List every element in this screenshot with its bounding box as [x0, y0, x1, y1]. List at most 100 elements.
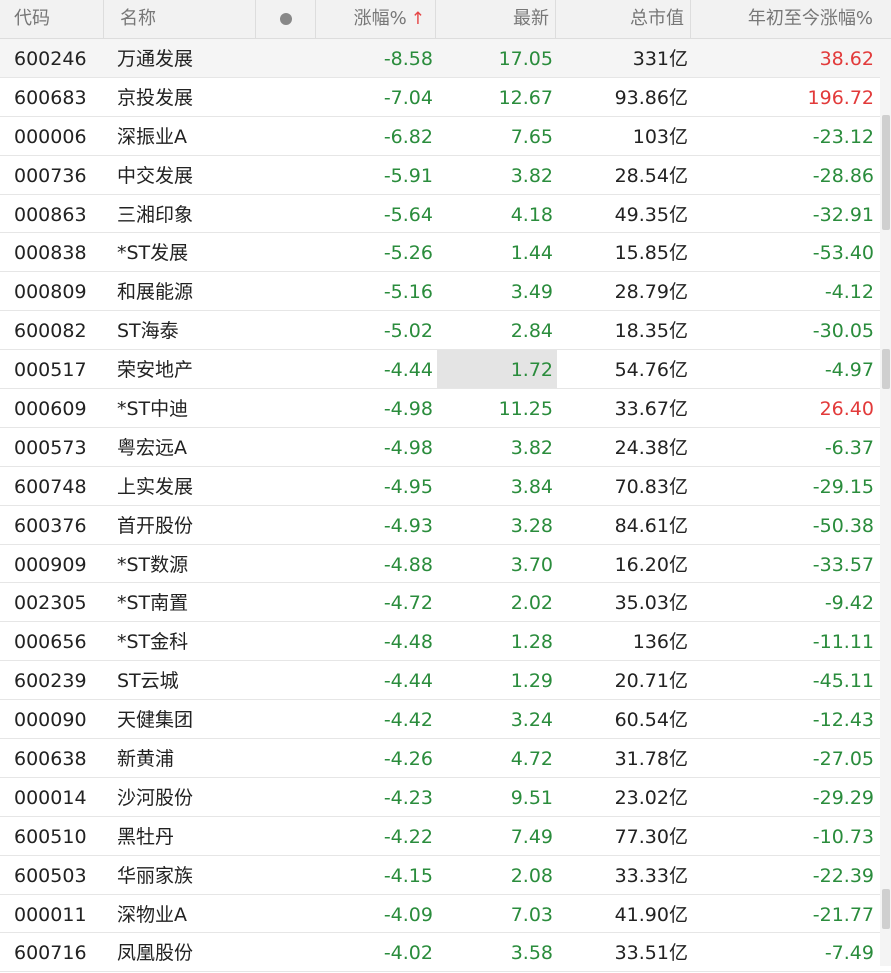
column-header-code[interactable]: 代码 [0, 0, 104, 38]
change-pct: -4.98 [383, 398, 433, 421]
change-pct: -4.72 [383, 592, 433, 615]
table-row[interactable]: 000090 天健集团 -4.42 3.24 60.54亿 -12.43 [0, 700, 891, 740]
vertical-scrollbar[interactable] [880, 39, 891, 966]
ytd-pct: -23.12 [812, 125, 874, 148]
ytd-pct: -28.86 [812, 164, 874, 187]
table-row[interactable]: 600510 黑牡丹 -4.22 7.49 77.30亿 -10.73 [0, 817, 891, 856]
latest-price: 3.24 [510, 709, 553, 732]
stock-name: 深振业A [117, 125, 187, 148]
stock-name: 深物业A [117, 903, 187, 926]
table-row[interactable]: 000838 *ST发展 -5.26 1.44 15.85亿 -53.40 [0, 233, 891, 273]
table-row[interactable]: 000573 粤宏远A -4.98 3.82 24.38亿 -6.37 [0, 428, 891, 467]
stock-name: *ST发展 [117, 242, 189, 265]
table-body: 600246 万通发展 -8.58 17.05 331亿 38.62 600683 京投发展 -… [0, 39, 891, 973]
table-row[interactable]: 000609 *ST中迪 -4.98 11.25 33.67亿 26.40 [0, 389, 891, 428]
table-row[interactable]: 000909 *ST数源 -4.88 3.70 16.20亿 -33.57 [0, 545, 891, 584]
column-header-market-cap-label: 总市值 [630, 8, 684, 29]
latest-price: 11.25 [498, 398, 553, 421]
stock-name: 万通发展 [117, 48, 194, 70]
scrollbar-thumb[interactable] [882, 115, 890, 230]
market-cap: 28.79亿 [614, 281, 688, 304]
stock-name: *ST中迪 [117, 398, 189, 421]
latest-price: 3.82 [510, 164, 553, 187]
column-header-change-pct-label: 涨幅% [353, 8, 407, 29]
latest-price: 3.70 [510, 553, 553, 576]
stock-name: 京投发展 [117, 86, 194, 109]
stock-code: 600638 [14, 748, 87, 771]
table-row[interactable]: 600748 上实发展 -4.95 3.84 70.83亿 -29.15 [0, 467, 891, 506]
ytd-pct: 38.62 [819, 48, 874, 70]
table-row[interactable]: 002305 *ST南置 -4.72 2.02 35.03亿 -9.42 [0, 583, 891, 623]
stock-name: 首开股份 [117, 514, 194, 537]
latest-price: 1.72 [510, 359, 553, 382]
table-row[interactable]: 600638 新黄浦 -4.26 4.72 31.78亿 -27.05 [0, 739, 891, 778]
market-cap: 33.33亿 [614, 864, 688, 887]
market-cap: 103亿 [632, 125, 688, 148]
latest-price: 3.28 [510, 514, 553, 537]
stock-name: *ST金科 [117, 631, 189, 654]
table-row[interactable]: 600716 凤凰股份 -4.02 3.58 33.51亿 -7.49 [0, 933, 891, 973]
table-row[interactable]: 600503 华丽家族 -4.15 2.08 33.33亿 -22.39 [0, 856, 891, 895]
ytd-pct: -30.05 [812, 320, 874, 343]
column-header-name-label: 名称 [120, 8, 156, 29]
table-row[interactable]: 600246 万通发展 -8.58 17.05 331亿 38.62 [0, 39, 891, 78]
change-pct: -8.58 [383, 48, 433, 70]
stock-name: 和展能源 [117, 281, 194, 304]
change-pct: -5.64 [383, 203, 433, 226]
column-header-name[interactable]: 名称 [104, 0, 256, 38]
stock-code: 600683 [14, 86, 87, 109]
dot-icon [279, 13, 292, 25]
stock-code: 000006 [14, 125, 87, 148]
ytd-pct: -29.15 [812, 475, 874, 498]
change-pct: -5.91 [383, 164, 433, 187]
scrollbar-thumb[interactable] [882, 889, 890, 929]
stock-name: ST云城 [117, 670, 179, 693]
table-header: 代码 名称 涨幅% ↑ 最新 总市值 年初至今涨幅% [0, 0, 891, 39]
change-pct: -4.09 [383, 903, 433, 926]
column-header-market-cap[interactable]: 总市值 [556, 0, 691, 38]
stock-name: *ST数源 [117, 553, 189, 576]
column-header-change-pct[interactable]: 涨幅% ↑ [316, 0, 436, 38]
market-cap: 16.20亿 [614, 553, 688, 576]
market-cap: 70.83亿 [614, 475, 688, 498]
market-cap: 33.67亿 [614, 398, 688, 421]
table-row[interactable]: 600239 ST云城 -4.44 1.29 20.71亿 -45.11 [0, 661, 891, 701]
table-row[interactable]: 600683 京投发展 -7.04 12.67 93.86亿 196.72 [0, 78, 891, 117]
table-row[interactable]: 000863 三湘印象 -5.64 4.18 49.35亿 -32.91 [0, 195, 891, 234]
table-row[interactable]: 600376 首开股份 -4.93 3.28 84.61亿 -50.38 [0, 506, 891, 545]
stock-name: 沙河股份 [117, 786, 194, 809]
market-cap: 136亿 [632, 631, 688, 654]
stock-name: 新黄浦 [117, 748, 175, 771]
change-pct: -4.26 [383, 748, 433, 771]
table-row[interactable]: 000736 中交发展 -5.91 3.82 28.54亿 -28.86 [0, 156, 891, 195]
table-row[interactable]: 000014 沙河股份 -4.23 9.51 23.02亿 -29.29 [0, 778, 891, 817]
stock-code: 000609 [14, 398, 87, 421]
latest-price: 1.44 [510, 242, 553, 265]
latest-price: 3.84 [510, 475, 553, 498]
stock-name: 华丽家族 [117, 864, 194, 887]
change-pct: -4.88 [383, 553, 433, 576]
table-row[interactable]: 000006 深振业A -6.82 7.65 103亿 -23.12 [0, 117, 891, 156]
ytd-pct: 26.40 [819, 398, 874, 421]
table-row[interactable]: 000809 和展能源 -5.16 3.49 28.79亿 -4.12 [0, 272, 891, 312]
column-header-dot[interactable] [256, 0, 316, 38]
column-header-latest[interactable]: 最新 [436, 0, 556, 38]
ytd-pct: 196.72 [807, 86, 874, 109]
stock-code: 600239 [14, 670, 87, 693]
column-header-ytd-pct[interactable]: 年初至今涨幅% [691, 0, 891, 38]
stock-code: 000863 [14, 203, 87, 226]
table-row[interactable]: 000011 深物业A -4.09 7.03 41.90亿 -21.77 [0, 895, 891, 934]
ytd-pct: -21.77 [812, 903, 874, 926]
table-row[interactable]: 000517 荣安地产 -4.44 1.72 54.76亿 -4.97 [0, 350, 891, 390]
change-pct: -4.95 [383, 475, 433, 498]
stock-name: 黑牡丹 [117, 825, 175, 848]
table-row[interactable]: 000656 *ST金科 -4.48 1.28 136亿 -11.11 [0, 622, 891, 662]
stock-name: 天健集团 [117, 709, 194, 732]
ytd-pct: -4.97 [824, 359, 874, 382]
latest-price: 4.72 [510, 748, 553, 771]
ytd-pct: -6.37 [824, 436, 874, 459]
stock-code: 000736 [14, 164, 87, 187]
table-row[interactable]: 600082 ST海泰 -5.02 2.84 18.35亿 -30.05 [0, 311, 891, 351]
market-cap: 31.78亿 [614, 748, 688, 771]
scrollbar-thumb[interactable] [882, 349, 890, 389]
